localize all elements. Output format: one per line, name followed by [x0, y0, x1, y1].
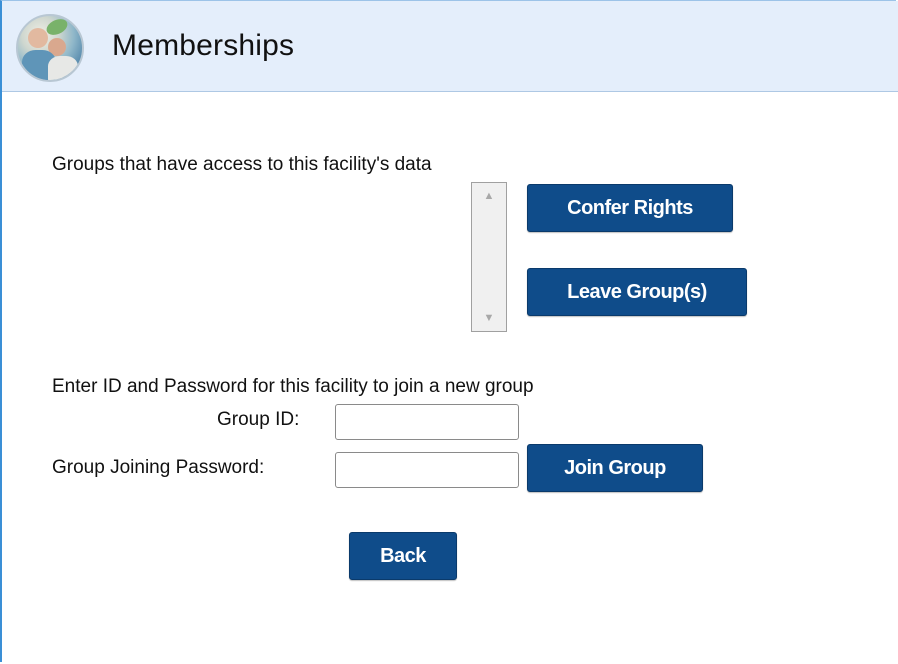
scroll-down-arrow-icon[interactable]: ▼ [472, 309, 506, 327]
join-heading: Enter ID and Password for this facility … [52, 376, 534, 397]
confer-rights-button[interactable]: Confer Rights [527, 184, 733, 232]
groups-heading: Groups that have access to this facility… [52, 154, 432, 175]
group-id-label: Group ID: [217, 409, 300, 430]
facility-photo-icon [16, 14, 84, 82]
group-id-input[interactable] [335, 404, 519, 440]
page-header: Memberships [2, 1, 898, 92]
page-title: Memberships [112, 29, 295, 62]
scroll-up-arrow-icon[interactable]: ▲ [472, 187, 506, 205]
back-button[interactable]: Back [349, 532, 457, 580]
group-password-input[interactable] [335, 452, 519, 488]
group-password-label: Group Joining Password: [52, 457, 265, 478]
leave-group-button[interactable]: Leave Group(s) [527, 268, 747, 316]
groups-listbox[interactable]: ▲ ▼ [471, 182, 507, 332]
join-group-button[interactable]: Join Group [527, 444, 703, 492]
